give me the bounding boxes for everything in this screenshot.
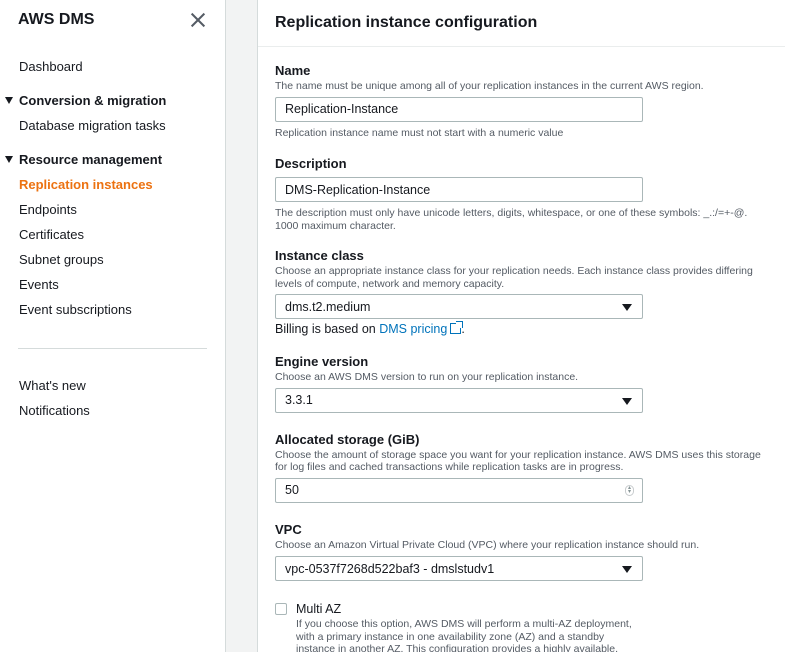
close-icon[interactable] — [189, 11, 207, 29]
description-input[interactable]: DMS-Replication-Instance — [275, 177, 643, 202]
sidebar-section-label: Conversion & migration — [19, 93, 167, 108]
sidebar-section-resource-management[interactable]: Resource management — [0, 147, 225, 172]
storage-input[interactable]: 50 ▴ ▾ — [275, 477, 643, 503]
name-label: Name — [275, 63, 311, 78]
sidebar-item-dashboard[interactable]: Dashboard — [0, 54, 225, 79]
sidebar-item-notifications[interactable]: Notifications — [0, 398, 225, 423]
engine-version-select[interactable]: 3.3.1 — [275, 387, 643, 413]
config-form: Name The name must be unique among all o… — [258, 47, 785, 652]
sidebar-item-replication-instances[interactable]: Replication instances — [0, 172, 225, 197]
storage-input-value: 50 — [285, 483, 299, 497]
instance-class-field-group: Instance class Choose an appropriate ins… — [275, 248, 768, 336]
engine-version-value: 3.3.1 — [285, 393, 313, 407]
description-input-value: DMS-Replication-Instance — [285, 182, 431, 197]
billing-prefix: Billing is based on — [275, 322, 380, 336]
sidebar-item-whats-new[interactable]: What's new — [0, 373, 225, 398]
multi-az-checkbox[interactable] — [275, 603, 287, 615]
description-field-group: Description DMS-Replication-Instance The… — [275, 156, 768, 232]
vpc-description: Choose an Amazon Virtual Private Cloud (… — [275, 538, 700, 551]
vpc-label: VPC — [275, 521, 302, 537]
sidebar: AWS DMS Dashboard Conversion & migration… — [0, 0, 226, 652]
name-description: The name must be unique among all of you… — [275, 80, 704, 92]
stepper-icon[interactable]: ▴ ▾ — [625, 484, 634, 496]
expand-triangle-icon — [5, 156, 13, 163]
sidebar-item-certificates[interactable]: Certificates — [0, 222, 225, 247]
sidebar-item-database-migration-tasks[interactable]: Database migration tasks — [0, 113, 225, 138]
external-link-icon — [450, 321, 464, 334]
vpc-select[interactable]: vpc-0537f7268d522baf3 - dmslstudv1 — [275, 556, 643, 581]
storage-description: Choose the amount of storage space you w… — [275, 448, 761, 474]
vpc-value: vpc-0537f7268d522baf3 - dmslstudv1 — [285, 561, 495, 576]
name-field-group: Name The name must be unique among all o… — [275, 63, 768, 139]
billing-note: Billing is based on DMS pricing. — [275, 321, 768, 336]
storage-label: Allocated storage (GiB) — [275, 431, 420, 447]
panel-header: Replication instance configuration — [258, 0, 785, 47]
sidebar-item-subnet-groups[interactable]: Subnet groups — [0, 247, 225, 272]
sidebar-divider — [18, 348, 207, 349]
engine-version-field-group: Engine version Choose an AWS DMS version… — [275, 354, 768, 413]
sidebar-section-conversion-migration[interactable]: Conversion & migration — [0, 88, 225, 113]
description-label: Description — [275, 156, 347, 171]
multi-az-body: Multi AZ If you choose this option, AWS … — [296, 601, 641, 652]
instance-class-value: dms.t2.medium — [285, 299, 371, 314]
sidebar-header: AWS DMS — [0, 0, 225, 40]
sidebar-section-label: Resource management — [19, 152, 163, 167]
name-hint: Replication instance name must not start… — [275, 126, 564, 139]
sidebar-title: AWS DMS — [18, 11, 95, 28]
multi-az-description: If you choose this option, AWS DMS will … — [296, 618, 632, 652]
content-gutter — [226, 0, 258, 652]
instance-class-select[interactable]: dms.t2.medium — [275, 294, 643, 319]
dms-pricing-link[interactable]: DMS pricing — [379, 321, 464, 336]
instance-class-label: Instance class — [275, 248, 364, 263]
dms-pricing-link-text: DMS pricing — [379, 322, 448, 336]
sidebar-nav: Dashboard Conversion & migration Databas… — [0, 40, 225, 423]
sidebar-item-endpoints[interactable]: Endpoints — [0, 197, 225, 222]
multi-az-label[interactable]: Multi AZ — [296, 601, 641, 617]
engine-version-label: Engine version — [275, 354, 369, 369]
caret-down-icon — [622, 566, 632, 573]
name-input[interactable]: Replication-Instance — [275, 96, 643, 122]
sidebar-item-event-subscriptions[interactable]: Event subscriptions — [0, 297, 225, 322]
expand-triangle-icon — [5, 97, 13, 104]
engine-version-description: Choose an AWS DMS version to run on your… — [275, 371, 579, 383]
sidebar-item-events[interactable]: Events — [0, 272, 225, 297]
instance-class-description: Choose an appropriate instance class for… — [275, 265, 753, 290]
description-hint: The description must only have unicode l… — [275, 207, 748, 232]
caret-down-icon — [622, 397, 632, 405]
name-input-value: Replication-Instance — [285, 102, 399, 116]
storage-field-group: Allocated storage (GiB) Choose the amoun… — [275, 432, 768, 503]
multi-az-option: Multi AZ If you choose this option, AWS … — [275, 601, 768, 652]
config-panel: Replication instance configuration Name … — [258, 0, 785, 652]
vpc-field-group: VPC Choose an Amazon Virtual Private Clo… — [275, 521, 768, 581]
caret-down-icon — [622, 304, 632, 311]
panel-title: Replication instance configuration — [275, 14, 538, 31]
